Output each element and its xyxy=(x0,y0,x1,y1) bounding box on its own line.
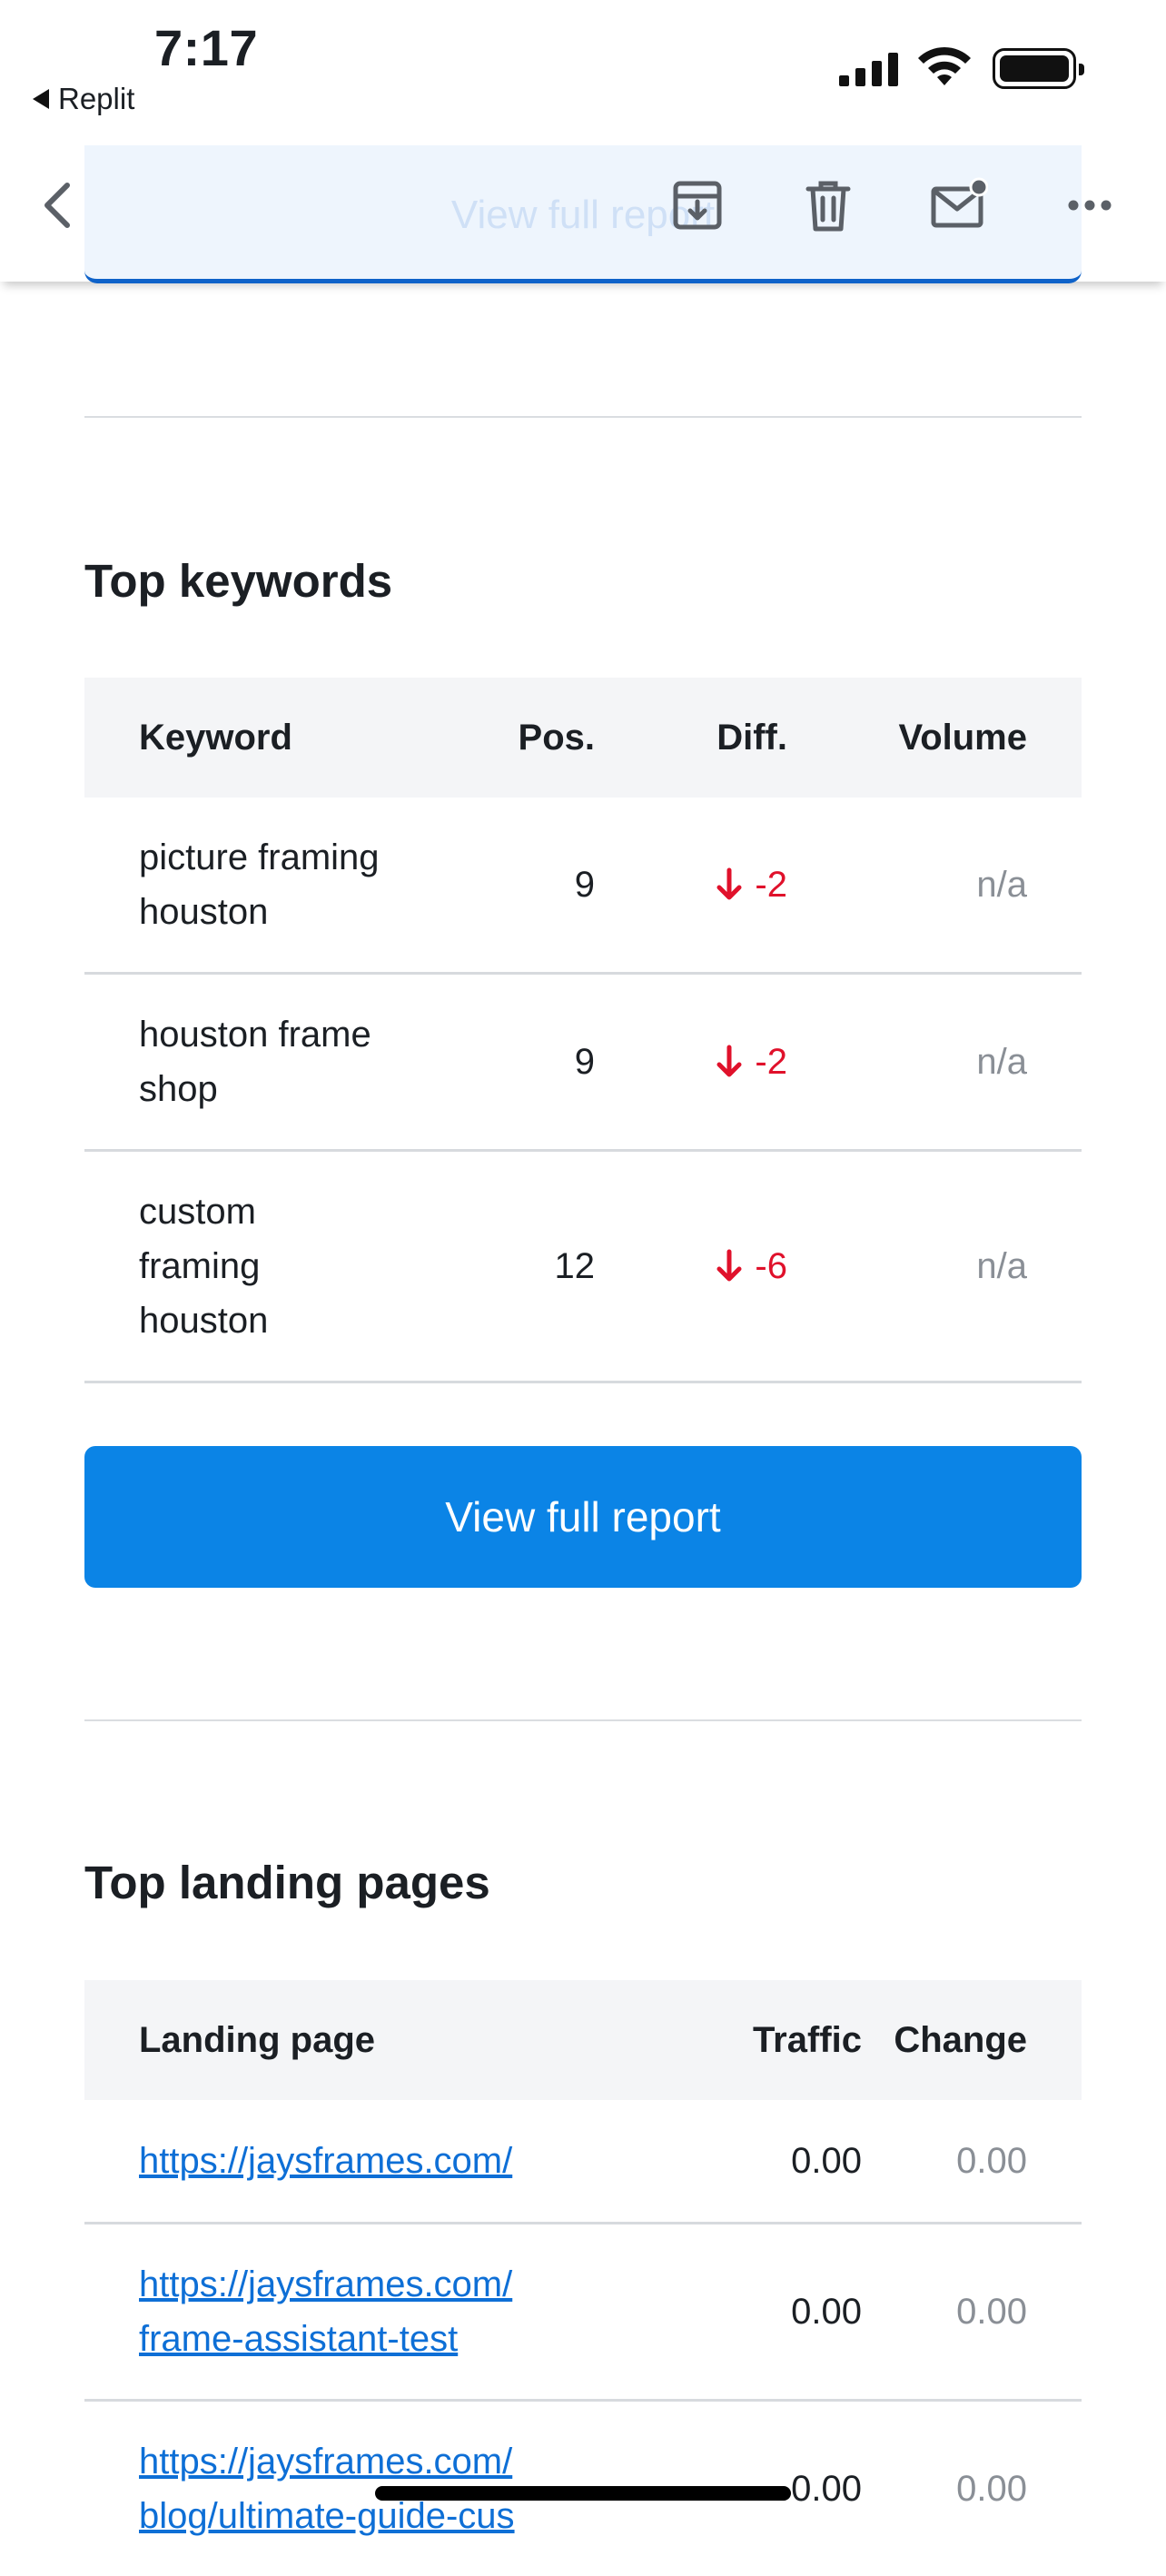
keywords-table-header: Keyword Pos. Diff. Volume xyxy=(84,678,1082,798)
more-icon[interactable] xyxy=(1057,173,1122,238)
header-volume: Volume xyxy=(898,717,1027,758)
header-diff: Diff. xyxy=(716,717,787,758)
chevron-left-icon[interactable] xyxy=(27,173,93,238)
back-triangle-icon xyxy=(33,89,49,109)
table-row: https://jaysframes.com/ 0.00 0.00 xyxy=(84,2100,1082,2224)
status-time: 7:17 xyxy=(154,19,259,76)
wifi-icon xyxy=(918,46,971,85)
keyword-cell: picture framing houston xyxy=(139,837,380,932)
landing-pages-table-header: Landing page Traffic Change xyxy=(84,1980,1082,2100)
landing-page-link[interactable]: https://jaysframes.com/ frame-assistant-… xyxy=(139,2257,629,2366)
keywords-table: Keyword Pos. Diff. Volume picture framin… xyxy=(84,678,1082,1383)
trash-icon[interactable] xyxy=(795,173,861,238)
keyword-cell: houston frame shop xyxy=(139,1015,371,1109)
change-cell: 0.00 xyxy=(956,2469,1027,2509)
landing-page-cell: https://jaysframes.com/ xyxy=(84,2134,629,2188)
volume-cell: n/a xyxy=(976,865,1027,905)
arrow-down-icon xyxy=(715,867,744,903)
view-full-report-button[interactable]: View full report xyxy=(84,1446,1082,1588)
change-cell: 0.00 xyxy=(956,2292,1027,2332)
battery-icon xyxy=(993,48,1084,89)
position-cell: 9 xyxy=(574,865,595,905)
back-to-app-button[interactable]: Replit xyxy=(33,82,134,116)
archive-icon[interactable] xyxy=(665,173,730,238)
table-row: houston frame shop 9 -2 n/a xyxy=(84,975,1082,1152)
mail-unread-icon[interactable] xyxy=(926,173,992,238)
top-keywords-title: Top keywords xyxy=(84,555,393,607)
diff-cell: -2 xyxy=(595,1035,787,1089)
header-landing-page: Landing page xyxy=(139,2019,375,2060)
header-change: Change xyxy=(894,2019,1027,2060)
header-traffic: Traffic xyxy=(752,2019,862,2060)
diff-cell: -2 xyxy=(595,857,787,912)
table-row: custom framing houston 12 -6 n/a xyxy=(84,1152,1082,1383)
diff-cell: -6 xyxy=(595,1239,787,1293)
keyword-cell: custom framing houston xyxy=(139,1192,269,1341)
section-divider xyxy=(84,416,1082,418)
top-landing-pages-title: Top landing pages xyxy=(84,1857,490,1908)
change-cell: 0.00 xyxy=(956,2141,1027,2181)
volume-cell: n/a xyxy=(976,1042,1027,1082)
landing-page-cell: https://jaysframes.com/ frame-assistant-… xyxy=(84,2257,629,2366)
table-row: https://jaysframes.com/ frame-assistant-… xyxy=(84,2224,1082,2402)
header-pos: Pos. xyxy=(518,717,595,758)
volume-cell: n/a xyxy=(976,1246,1027,1286)
mail-toolbar: View full report xyxy=(0,136,1166,283)
cellular-signal-icon xyxy=(839,52,898,86)
traffic-cell: 0.00 xyxy=(791,2141,862,2181)
table-row: picture framing houston 9 -2 n/a xyxy=(84,798,1082,975)
header-keyword: Keyword xyxy=(139,717,292,758)
status-bar: 7:17 Replit xyxy=(0,0,1166,136)
back-app-label: Replit xyxy=(58,82,135,115)
landing-page-link[interactable]: https://jaysframes.com/ xyxy=(139,2134,629,2188)
position-cell: 12 xyxy=(554,1246,596,1286)
home-indicator[interactable] xyxy=(375,2486,791,2501)
arrow-down-icon xyxy=(715,1248,744,1284)
arrow-down-icon xyxy=(715,1044,744,1080)
section-divider xyxy=(84,1719,1082,1721)
traffic-cell: 0.00 xyxy=(791,2292,862,2332)
position-cell: 9 xyxy=(574,1042,595,1082)
